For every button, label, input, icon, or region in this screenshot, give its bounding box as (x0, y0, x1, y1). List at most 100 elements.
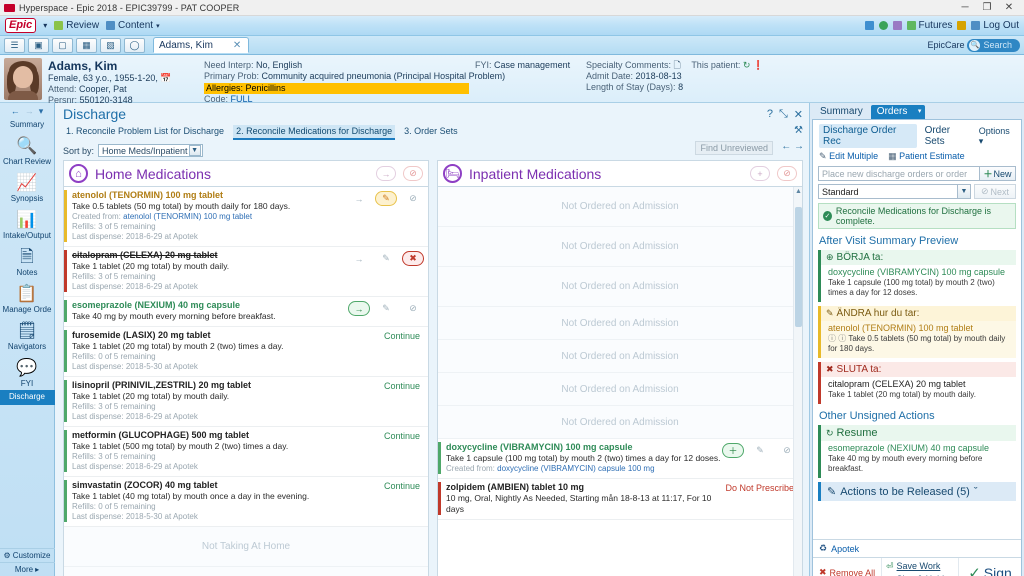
avs-med-name[interactable]: atenolol (TENORMIN) 100 mg tablet (828, 323, 1010, 334)
customize-button[interactable]: ⚙ Customize (0, 548, 55, 562)
pharmacy-row[interactable]: ♻ Apotek (813, 539, 1021, 557)
wrench-icon[interactable]: ⚒ (794, 125, 803, 136)
subtab-discharge-order-rec[interactable]: Discharge Order Rec (819, 124, 917, 148)
discontinue-button[interactable]: ⊘ (402, 301, 424, 316)
home-medications-list[interactable]: atenolol (TENORMIN) 100 mg tablet Take 0.… (63, 187, 429, 576)
minimize-button[interactable]: ─ (954, 0, 976, 15)
workspace-tab-patient[interactable]: Adams, Kim ✕ (153, 37, 249, 53)
medication-name[interactable]: citalopram (CELEXA) 20 mg tablet (72, 250, 348, 261)
list-nav-arrows[interactable]: ← → (781, 141, 804, 152)
continue-all-button[interactable]: → (376, 166, 396, 181)
medication-name[interactable]: zolpidem (AMBIEN) tablet 10 mg (446, 482, 725, 493)
prescribe-button[interactable]: ＋ (722, 443, 744, 458)
discontinue-button[interactable]: ✖ (402, 251, 424, 266)
maximize-button[interactable]: ❐ (976, 0, 998, 15)
vertical-scrollbar[interactable]: ▲▼ (793, 187, 802, 576)
modify-button[interactable]: ✎ (749, 443, 771, 458)
medication-name[interactable]: furosemide (LASIX) 20 mg tablet (72, 330, 384, 341)
calendar-icon[interactable]: ▢ (52, 37, 73, 53)
epic-menu-caret[interactable]: ▾ (43, 21, 47, 30)
tab-summary[interactable]: Summary (814, 105, 869, 119)
next-icon[interactable]: → (794, 141, 804, 152)
list-icon[interactable]: ☰ (4, 37, 25, 53)
futures-button[interactable]: Futures (906, 20, 952, 31)
created-from-link[interactable]: atenolol (TENORMIN) 100 mg tablet (123, 212, 252, 221)
back-icon[interactable]: ← (11, 106, 20, 116)
sidebar-item-navigators[interactable]: 🗒 Navigators (0, 316, 55, 353)
subtab-order-sets[interactable]: Order Sets (925, 125, 971, 147)
medication-row[interactable]: metformin (GLUCOPHAGE) 500 mg tablet Take… (64, 427, 428, 477)
chat-icon[interactable]: ◯ (124, 37, 145, 53)
sidebar-item-manage-orders[interactable]: 📋 Manage Orde (0, 279, 55, 316)
edit-multiple-button[interactable]: ✎ Edit Multiple (819, 151, 878, 162)
calendar-icon[interactable]: 📅 (160, 73, 171, 83)
remove-all-button[interactable]: ✖ Remove All (813, 558, 881, 576)
avs-med-name[interactable]: esomeprazole (NEXIUM) 40 mg capsule (828, 443, 1010, 454)
continue-arrow-button[interactable]: → (348, 301, 370, 316)
medication-row[interactable]: atenolol (TENORMIN) 100 mg tablet Take 0.… (64, 187, 428, 247)
close-icon[interactable]: ✕ (233, 40, 241, 51)
tab-orders[interactable]: Orders ▾ (870, 105, 926, 119)
allergy-banner[interactable]: Allergies: Penicillins (204, 83, 469, 94)
prev-icon[interactable]: ← (781, 141, 791, 152)
step-reconcile-problem-list[interactable]: 1. Reconcile Problem List for Discharge (63, 125, 227, 140)
close-button[interactable]: ✕ (998, 0, 1020, 15)
modify-button[interactable]: ✎ (375, 301, 397, 316)
discontinue-all-button[interactable]: ⊘ (403, 166, 423, 181)
image-icon[interactable]: ▧ (100, 37, 121, 53)
link-icon[interactable] (957, 21, 967, 30)
medication-name[interactable]: doxycycline (VIBRAMYCIN) 100 mg capsule (446, 442, 722, 453)
medication-row[interactable]: simvastatin (ZOCOR) 40 mg tablet Take 1 t… (64, 477, 428, 527)
created-from-link[interactable]: doxycycline (VIBRAMYCIN) capsule 100 mg (497, 464, 654, 473)
save-work-button[interactable]: ⏎ Save Work (886, 561, 958, 572)
refresh-icon[interactable]: ↻ (743, 60, 751, 70)
sidebar-item-intake-output[interactable]: 📊 Intake/Output (0, 205, 55, 242)
menu-content[interactable]: Content ▾ (106, 20, 160, 31)
chevron-down-icon[interactable]: ▾ (39, 106, 44, 117)
modify-button[interactable]: ✎ (375, 251, 397, 266)
modify-button[interactable]: ✎ (375, 191, 397, 206)
medication-name[interactable]: esomeprazole (NEXIUM) 40 mg capsule (72, 300, 348, 311)
forward-icon[interactable]: → (25, 106, 34, 116)
do-not-prescribe-all-button[interactable]: ⊘ (777, 166, 797, 181)
menu-review[interactable]: Review (54, 20, 99, 31)
avs-med-name[interactable]: doxycycline (VIBRAMYCIN) 100 mg capsule (828, 267, 1010, 278)
medication-name[interactable]: metformin (GLUCOPHAGE) 500 mg tablet (72, 430, 384, 441)
epic-logo[interactable]: Epic (5, 18, 37, 33)
sign-button[interactable]: ✓ Sign (959, 558, 1021, 576)
medication-row[interactable]: furosemide (LASIX) 20 mg tablet Take 1 ta… (64, 327, 428, 377)
inpatient-medications-list[interactable]: Not Ordered on Admission Not Ordered on A… (437, 187, 803, 576)
continue-arrow-button[interactable]: → (348, 251, 370, 266)
scroll-thumb[interactable] (795, 207, 802, 327)
alert-icon[interactable]: ❗ (753, 60, 764, 70)
medication-name[interactable]: lisinopril (PRINIVIL,ZESTRIL) 20 mg tabl… (72, 380, 384, 391)
medication-row[interactable]: esomeprazole (NEXIUM) 40 mg capsule Take … (64, 297, 428, 327)
continue-arrow-button[interactable]: → (348, 191, 370, 206)
discontinue-button[interactable]: ⊘ (402, 191, 424, 206)
actions-to-be-released[interactable]: ✎ Actions to be Released (5) ˇ (818, 482, 1016, 501)
sidebar-item-summary[interactable]: Summary (0, 117, 55, 131)
sort-by-select[interactable]: Home Meds/Inpatient ▼ (98, 144, 203, 157)
medication-name[interactable]: simvastatin (ZOCOR) 40 mg tablet (72, 480, 384, 491)
more-button[interactable]: More ▸ (0, 562, 55, 576)
sidebar-item-discharge[interactable]: Discharge (0, 390, 55, 405)
next-button[interactable]: ⊘ Next (974, 184, 1016, 199)
avs-med-name[interactable]: citalopram (CELEXA) 20 mg tablet (828, 379, 1010, 390)
help-icon[interactable]: ? (767, 108, 773, 121)
step-reconcile-medications[interactable]: 2. Reconcile Medications for Discharge (233, 125, 396, 140)
medication-row[interactable]: zolpidem (AMBIEN) tablet 10 mg 10 mg, Ora… (438, 479, 802, 520)
refresh-icon[interactable] (878, 21, 888, 30)
search-box[interactable]: 🔍 Search (967, 38, 1020, 52)
print-icon[interactable] (864, 21, 874, 30)
logout-button[interactable]: Log Out (971, 20, 1019, 31)
prescribe-all-button[interactable]: + (750, 166, 770, 181)
medication-row[interactable]: lisinopril (PRINIVIL,ZESTRIL) 20 mg tabl… (64, 377, 428, 427)
sidebar-item-notes[interactable]: 🗎 Notes (0, 242, 55, 279)
close-icon[interactable]: ✕ (794, 108, 803, 121)
tools-icon[interactable] (892, 21, 902, 30)
medication-row[interactable]: citalopram (CELEXA) 20 mg tablet Take 1 t… (64, 247, 428, 297)
sidebar-item-fyi[interactable]: 💬 FYI (0, 353, 55, 390)
expand-icon[interactable]: ⤡ (779, 108, 788, 121)
scroll-up-icon[interactable]: ▲ (795, 188, 802, 195)
note-icon[interactable]: 🗋 (674, 60, 681, 70)
